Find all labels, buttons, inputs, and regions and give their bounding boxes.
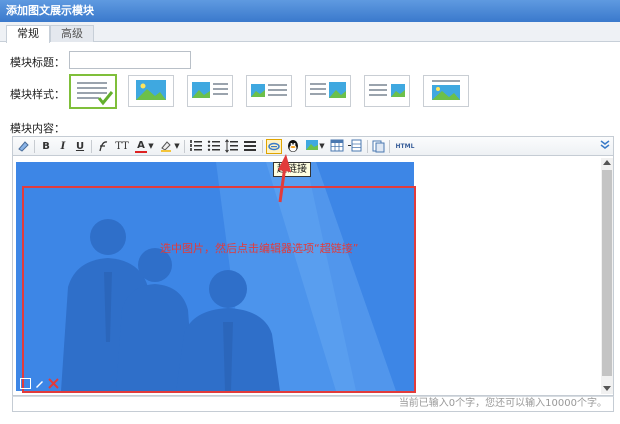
- scrollbar-thumb[interactable]: [602, 170, 612, 376]
- image-text-bottom-icon: [432, 80, 460, 100]
- tab-advanced[interactable]: 高级: [50, 25, 94, 42]
- toolbar-divider: [91, 140, 92, 153]
- image-left-text-icon: [192, 82, 228, 98]
- line-height-icon[interactable]: [224, 139, 240, 154]
- text-lines-icon: [77, 82, 114, 106]
- chevron-down-icon[interactable]: ▼: [318, 139, 326, 154]
- toolbar-divider: [34, 140, 35, 153]
- image-left-text-icon: [251, 84, 287, 97]
- italic-button[interactable]: I: [55, 139, 71, 154]
- delete-icon[interactable]: [48, 378, 59, 389]
- underline-button[interactable]: U: [72, 139, 88, 154]
- toolbar-divider: [184, 140, 185, 153]
- title-label: 模块标题：: [10, 56, 65, 69]
- unordered-list-icon[interactable]: [206, 139, 222, 154]
- expand-icon[interactable]: [597, 139, 613, 154]
- resize-icon[interactable]: [20, 378, 31, 389]
- content-label: 模块内容：: [10, 122, 65, 135]
- tab-bar: 常规 高级: [0, 22, 620, 43]
- style-option-image-left[interactable]: [187, 75, 233, 107]
- scroll-up-icon[interactable]: [603, 160, 611, 165]
- paste-icon[interactable]: [370, 139, 386, 154]
- font-color-button[interactable]: A: [135, 139, 147, 153]
- html-source-button[interactable]: HTML: [393, 139, 417, 154]
- style-label: 模块样式：: [10, 88, 65, 101]
- ordered-list-icon[interactable]: [188, 139, 204, 154]
- image-right-text-icon: [369, 84, 405, 97]
- style-option-image-top[interactable]: [128, 75, 174, 107]
- annotation-text: 选中图片，然后点击编辑器选项“超链接”: [160, 242, 359, 255]
- style-option-image-bottom[interactable]: [423, 75, 469, 107]
- align-icon[interactable]: [242, 139, 258, 154]
- font-size-button[interactable]: TT: [114, 139, 130, 154]
- vertical-scrollbar[interactable]: [601, 158, 613, 394]
- pointer-arrow-icon: [278, 154, 291, 203]
- image-right-text-icon: [310, 82, 346, 98]
- toolbar-divider: [262, 140, 263, 153]
- style-option-image-right-2[interactable]: [364, 75, 410, 107]
- style-option-text-list[interactable]: [69, 74, 117, 109]
- module-title-input[interactable]: [69, 51, 191, 69]
- toolbar-divider: [389, 140, 390, 153]
- bold-button[interactable]: B: [38, 139, 54, 154]
- insert-row-icon[interactable]: [347, 139, 363, 154]
- chevron-down-icon[interactable]: ▼: [147, 139, 155, 154]
- eraser-icon[interactable]: [15, 139, 31, 154]
- word-count-status: 当前已输入0个字，您还可以输入10000个字。: [12, 396, 614, 412]
- image-icon: [136, 80, 166, 100]
- window-title: 添加图文展示模块: [0, 0, 620, 22]
- tab-general[interactable]: 常规: [6, 25, 50, 43]
- font-family-icon[interactable]: [95, 139, 111, 154]
- style-option-image-left-2[interactable]: [246, 75, 292, 107]
- editor-toolbar: B I U TT A ▼ ▼ ▼ HTML: [12, 136, 614, 156]
- scroll-down-icon[interactable]: [603, 386, 611, 391]
- selection-highlight: [22, 186, 416, 393]
- chevron-down-icon[interactable]: ▼: [173, 139, 181, 154]
- toolbar-divider: [367, 140, 368, 153]
- image-tools: [20, 378, 59, 390]
- highlight-icon[interactable]: [158, 139, 174, 154]
- edit-icon[interactable]: [34, 378, 45, 389]
- style-option-image-right[interactable]: [305, 75, 351, 107]
- table-icon[interactable]: [329, 139, 345, 154]
